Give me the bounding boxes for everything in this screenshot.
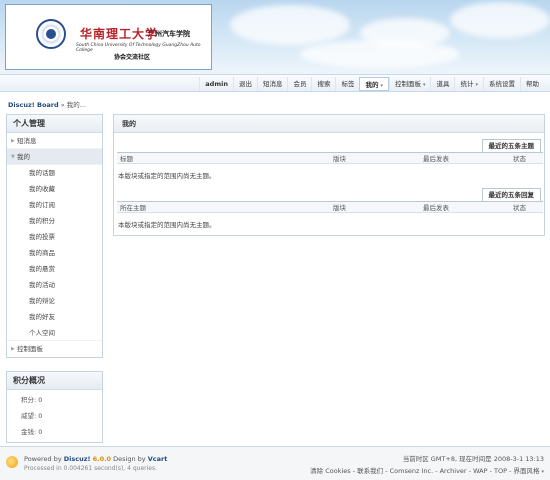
tab-recent-replies[interactable]: 最近的五条回复: [481, 188, 541, 201]
sidebar-item-my-activities[interactable]: 我的活动: [7, 277, 102, 293]
chevron-down-icon[interactable]: ▾: [541, 469, 544, 475]
column-header: 所在主题: [120, 204, 146, 212]
column-header: 版块: [333, 155, 346, 163]
sidebar-item-my-topics[interactable]: 我的话题: [7, 165, 102, 181]
nav-menu: admin 退出 短消息 会员 搜索 标签 我的 ▾ 控制面板 ▾ 道具 统计 ▾ 系…: [199, 75, 544, 93]
sidebar-item-my-debates[interactable]: 我的辩论: [7, 293, 102, 309]
sidebar-item-my[interactable]: ▼ 我的: [7, 149, 102, 165]
triangle-down-icon: ▼: [11, 154, 15, 160]
sidebar-item-my-favorites[interactable]: 我的收藏: [7, 181, 102, 197]
nav-system-settings[interactable]: 系统设置: [483, 77, 520, 91]
nav-props[interactable]: 道具: [430, 77, 454, 91]
score-title: 积分概况: [7, 372, 102, 390]
topics-table-header: 标题 版块 最后发表 状态: [117, 152, 543, 164]
header-banner: 华南理工大学 广州汽车学院 South China University Of …: [0, 0, 550, 74]
nav-my[interactable]: 我的 ▾: [359, 77, 389, 91]
sidebar-personal-management: 个人管理 ▶ 短消息 ▼ 我的 我的话题 我的收藏 我的订阅 我的积分 我的投票 我…: [6, 114, 103, 358]
footer-links: 清除 Cookies - 联系我们 - Comsenz Inc. - Archi…: [310, 465, 544, 475]
column-header: 最后发表: [423, 204, 449, 212]
main-title: 我的: [114, 115, 544, 133]
top-navbar: admin 退出 短消息 会员 搜索 标签 我的 ▾ 控制面板 ▾ 道具 统计 ▾ 系…: [0, 74, 550, 92]
nav-help[interactable]: 帮助: [520, 77, 544, 91]
nav-search[interactable]: 搜索: [311, 77, 335, 91]
score-prestige: 威望: 0: [21, 412, 43, 420]
sidebar-item-label: 短消息: [17, 137, 37, 145]
column-header: 状态: [513, 155, 526, 163]
sidebar-item-label: 我的: [17, 153, 30, 161]
powered-by: Powered by Discuz! 6.0.0 Design by Vcart: [24, 455, 167, 463]
club-name: 协会交流社区: [114, 54, 151, 61]
sidebar-score-summary: 积分概况 积分: 0 威望: 0 金钱: 0: [6, 371, 103, 443]
triangle-right-icon: ▶: [11, 138, 15, 144]
chevron-down-icon: ▾: [475, 82, 478, 88]
cloud-decoration: [230, 5, 350, 45]
score-points: 积分: 0: [21, 396, 43, 404]
nav-user[interactable]: admin: [199, 77, 233, 91]
sidebar-item-my-goods[interactable]: 我的商品: [7, 245, 102, 261]
version-label: 6.0.0: [92, 455, 112, 463]
lightbulb-icon: [6, 456, 18, 468]
breadcrumb-separator: »: [60, 101, 65, 109]
triangle-right-icon: ▶: [11, 346, 15, 352]
breadcrumb-current: 我的...: [66, 101, 86, 109]
breadcrumb: Discuz! Board » 我的...: [8, 99, 86, 109]
nav-stats-label: 统计: [460, 80, 474, 88]
column-header: 版块: [333, 204, 346, 212]
cloud-decoration: [450, 2, 550, 38]
replies-table-header: 所在主题 版块 最后发表 状态: [117, 201, 543, 213]
site-logo[interactable]: 华南理工大学 广州汽车学院 South China University Of …: [5, 4, 212, 70]
tab-recent-topics[interactable]: 最近的五条主题: [481, 139, 541, 152]
school-seal-icon: [36, 19, 66, 49]
chevron-down-icon: ▾: [422, 82, 426, 88]
chevron-down-icon: ▾: [380, 83, 383, 89]
sidebar-title: 个人管理: [7, 115, 102, 133]
sidebar-item-my-points[interactable]: 我的积分: [7, 213, 102, 229]
product-link[interactable]: Discuz!: [64, 455, 91, 463]
sidebar-item-my-subscriptions[interactable]: 我的订阅: [7, 197, 102, 213]
powered-by-label: Powered by: [24, 455, 62, 463]
nav-control-panel[interactable]: 控制面板 ▾: [388, 77, 431, 91]
sidebar-item-control-panel[interactable]: ▶ 控制面板: [7, 341, 102, 357]
sidebar-item-my-polls[interactable]: 我的投票: [7, 229, 102, 245]
column-header: 最后发表: [423, 155, 449, 163]
nav-my-label: 我的: [365, 81, 379, 89]
sidebar-item-my-rewards[interactable]: 我的悬赏: [7, 261, 102, 277]
footer-links-text[interactable]: 清除 Cookies - 联系我们 - Comsenz Inc. - Archi…: [310, 467, 539, 475]
score-money: 金钱: 0: [21, 428, 43, 436]
nav-logout[interactable]: 退出: [232, 77, 257, 91]
designer-link[interactable]: Vcart: [148, 455, 168, 463]
column-header: 标题: [120, 155, 133, 163]
nav-control-panel-label: 控制面板: [394, 80, 421, 88]
cloud-decoration: [300, 40, 460, 68]
topics-empty-message: 本版块或指定的范围内尚无主题。: [118, 172, 216, 180]
sidebar-item-my-friends[interactable]: 我的好友: [7, 309, 102, 325]
column-header: 状态: [513, 204, 526, 212]
sidebar-item-messages[interactable]: ▶ 短消息: [7, 133, 102, 149]
sidebar-item-personal-space[interactable]: 个人空间: [7, 325, 102, 341]
college-name: 广州汽车学院: [148, 30, 190, 38]
nav-messages[interactable]: 短消息: [256, 77, 288, 91]
nav-stats[interactable]: 统计 ▾: [454, 77, 483, 91]
page-footer: Powered by Discuz! 6.0.0 Design by Vcart…: [0, 446, 550, 480]
design-by-label: Design by: [113, 455, 146, 463]
nav-members[interactable]: 会员: [287, 77, 311, 91]
breadcrumb-home-link[interactable]: Discuz! Board: [8, 101, 59, 109]
replies-empty-message: 本版块或指定的范围内尚无主题。: [118, 221, 216, 229]
main-panel: 我的 最近的五条主题 标题 版块 最后发表 状态 本版块或指定的范围内尚无主题。…: [113, 114, 545, 236]
nav-tags[interactable]: 标签: [335, 77, 359, 91]
processing-stats: Processed in 0.004261 second(s), 4 queri…: [24, 465, 157, 472]
school-name: 华南理工大学: [80, 27, 159, 41]
sidebar-item-label: 控制面板: [17, 345, 43, 353]
timezone-time: 当前时区 GMT+8, 现在时间是 2008-3-1 13:13: [402, 455, 544, 463]
